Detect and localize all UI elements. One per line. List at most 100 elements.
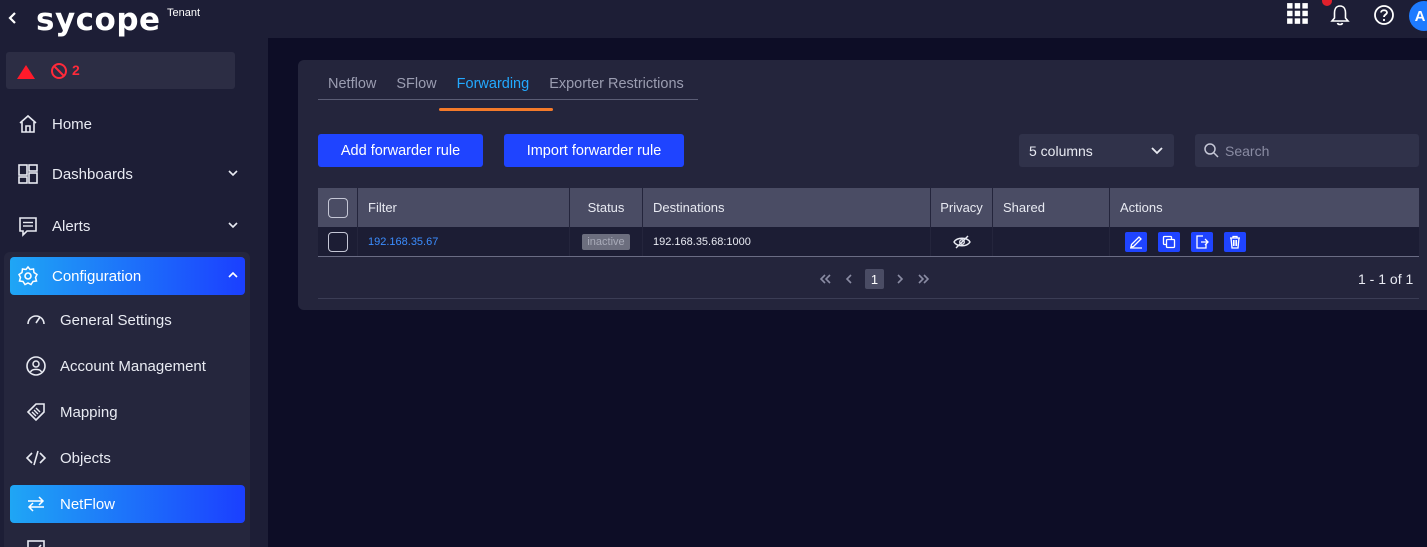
column-header-filter[interactable]: Filter [358,188,570,227]
sidebar-item-label: Objects [60,449,111,467]
sidebar-item-security[interactable] [10,530,245,547]
next-page-button[interactable] [888,269,912,289]
tag-icon [24,400,48,424]
shared-cell [993,227,1110,256]
active-tab-indicator [439,108,553,111]
help-icon[interactable] [1372,3,1396,27]
export-button[interactable] [1191,231,1213,252]
status-badge: inactive [582,233,630,250]
pencil-icon [1130,235,1142,249]
tenant-label: Tenant [167,7,201,19]
alerts-icon [16,214,40,238]
status-cell: inactive [570,227,643,256]
table-row: 192.168.35.67 inactive 192.168.35.68:100… [318,227,1419,257]
forwarding-card: Netflow SFlow Forwarding Exporter Restri… [298,60,1427,310]
sidebar-item-label: Home [52,115,93,133]
add-forwarder-rule-button[interactable]: Add forwarder rule [318,134,483,167]
destinations-cell: 192.168.35.68:1000 [643,227,931,256]
columns-select[interactable]: 5 columns [1019,134,1174,167]
sidebar-item-label: Mapping [60,403,118,421]
export-icon [1196,234,1209,249]
search-box[interactable] [1195,134,1419,167]
table-header: Filter Status Destinations Privacy Share… [318,188,1419,227]
actions-cell [1110,227,1419,256]
sidebar-item-label: NetFlow [60,495,116,513]
row-checkbox[interactable] [327,231,348,252]
chevron-up-icon [228,271,238,278]
back-chevron-icon[interactable] [6,8,20,28]
chevron-right-icon [897,274,904,284]
code-icon [24,446,48,470]
forwarder-rules-table: Filter Status Destinations Privacy Share… [318,188,1419,257]
ban-icon [51,63,67,79]
sidebar-item-label: Dashboards [52,165,133,183]
chevron-down-icon [228,170,238,177]
home-icon [16,112,40,136]
column-header-actions: Actions [1120,200,1163,215]
select-all-cell [318,188,358,227]
last-page-button[interactable] [912,269,936,289]
double-chevron-right-icon [918,274,930,284]
sidebar-item-alerts[interactable]: Alerts [10,207,245,245]
search-input[interactable] [1225,134,1415,167]
double-chevron-left-icon [819,274,831,284]
column-header-privacy[interactable]: Privacy [931,188,993,227]
logo: sycope [36,2,161,38]
sidebar-item-label: Account Management [60,357,206,375]
sidebar-item-objects[interactable]: Objects [10,439,245,477]
first-page-button[interactable] [813,269,837,289]
filter-link[interactable]: 192.168.35.67 [368,236,438,248]
sidebar-item-label: Configuration [52,267,142,285]
search-icon [1204,143,1219,158]
gear-icon [16,264,40,288]
tab-netflow[interactable]: Netflow [318,74,386,99]
chevron-down-icon [228,222,238,229]
warning-triangle-icon [17,65,35,79]
checkbox-icon [24,537,48,547]
arrows-icon [24,492,48,516]
prev-page-button[interactable] [837,269,861,289]
sidebar-item-general-settings[interactable]: General Settings [10,301,245,339]
duplicate-button[interactable] [1158,231,1180,252]
pagination: 1 [813,268,936,290]
copy-icon [1162,235,1176,248]
sidebar-item-account-management[interactable]: Account Management [10,347,245,385]
sidebar-item-home[interactable]: Home [10,105,245,143]
tab-exporter-restrictions[interactable]: Exporter Restrictions [539,74,694,99]
tab-sflow[interactable]: SFlow [386,74,446,99]
sidebar: sycope Tenant 2 Home Dashboards Alerts C… [0,0,268,547]
chevron-left-icon [845,274,852,284]
alert-summary[interactable]: 2 [6,52,235,89]
sidebar-item-netflow[interactable]: NetFlow [10,485,245,523]
gauge-icon [24,308,48,332]
edit-button[interactable] [1125,231,1147,252]
filter-cell: 192.168.35.67 [358,227,570,256]
columns-select-value: 5 columns [1029,142,1093,159]
topbar [268,0,1427,38]
eye-off-icon [952,235,971,248]
divider [318,298,1419,299]
dashboard-icon [16,162,40,186]
privacy-cell [931,227,993,256]
delete-button[interactable] [1224,231,1246,252]
column-header-destinations[interactable]: Destinations [643,188,931,227]
trash-icon [1230,235,1240,249]
row-select-cell [318,227,358,256]
column-header-status[interactable]: Status [570,188,643,227]
select-all-checkbox[interactable] [327,197,348,218]
page-info: 1 - 1 of 1 [1358,271,1414,287]
column-header-shared[interactable]: Shared [993,188,1110,227]
alert-count: 2 [72,62,80,78]
page-number-button[interactable]: 1 [865,269,884,289]
apps-grid-icon[interactable] [1286,2,1310,26]
sidebar-item-configuration[interactable]: Configuration [10,257,245,295]
chevron-down-icon [1151,147,1163,155]
sidebar-item-label: Alerts [52,217,91,235]
tabs: Netflow SFlow Forwarding Exporter Restri… [318,74,698,100]
sidebar-item-mapping[interactable]: Mapping [10,393,245,431]
tab-forwarding[interactable]: Forwarding [447,74,540,99]
sidebar-item-label: General Settings [60,311,172,329]
import-forwarder-rule-button[interactable]: Import forwarder rule [504,134,684,167]
sidebar-item-dashboards[interactable]: Dashboards [10,155,245,193]
bell-icon[interactable] [1328,3,1352,27]
